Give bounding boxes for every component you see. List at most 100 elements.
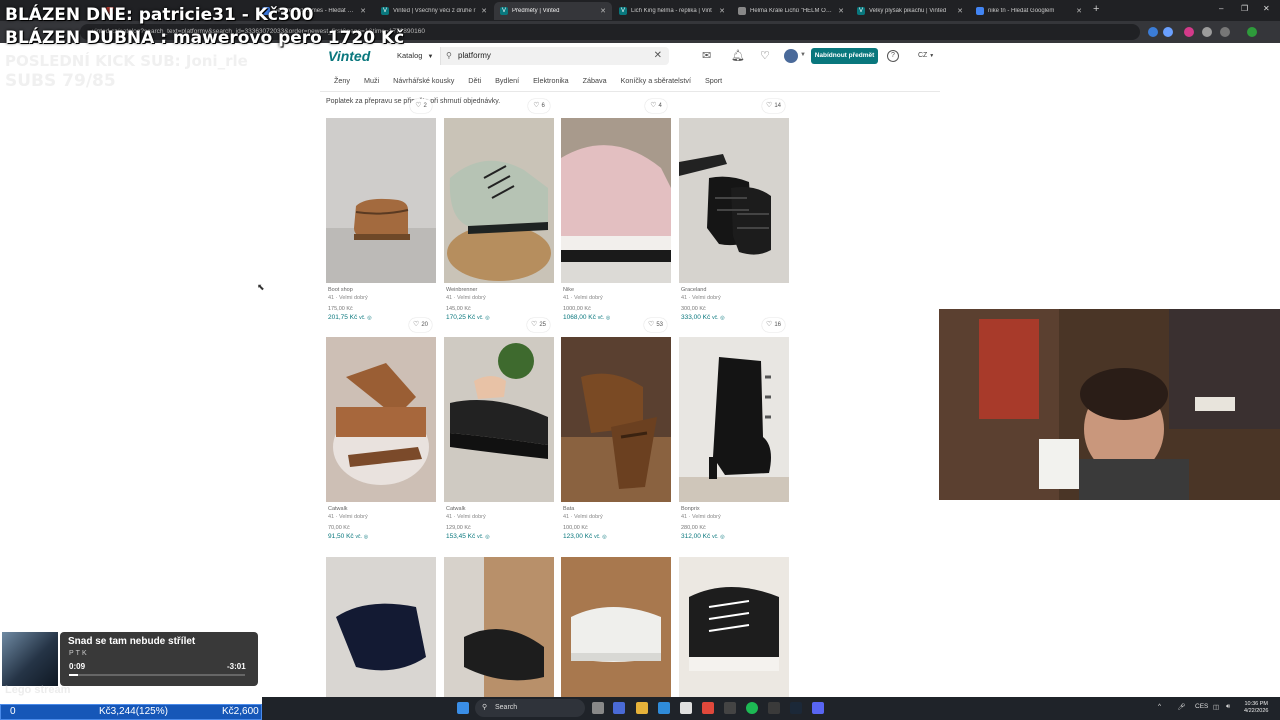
tab-close-icon[interactable]: ✕ bbox=[481, 7, 487, 15]
item-total-price[interactable]: 1068,00 Kč vč. ◎ bbox=[563, 314, 610, 321]
incl-label: vč. bbox=[594, 534, 601, 540]
notifications-bell-icon[interactable]: 🔔︎ bbox=[731, 49, 745, 62]
chevron-down-icon[interactable]: ▼ bbox=[800, 52, 806, 58]
tab-close-icon[interactable]: ✕ bbox=[838, 7, 844, 15]
maximize-button[interactable]: ❐ bbox=[1241, 4, 1248, 13]
microphone-icon[interactable]: 🎤︎ bbox=[1177, 703, 1185, 711]
item-photo[interactable] bbox=[326, 557, 436, 697]
steam-icon[interactable] bbox=[790, 702, 802, 714]
inbox-icon[interactable]: ✉ bbox=[702, 49, 711, 62]
item-total-price[interactable]: 170,25 Kč vč. ◎ bbox=[446, 314, 490, 321]
search-input[interactable]: ⚲ platformy ✕ bbox=[441, 47, 669, 65]
browser-tab[interactable]: V Velký plyšák pikachu | Vinted ✕ bbox=[851, 2, 969, 20]
favorite-button[interactable]: ♡ 16 bbox=[762, 318, 785, 332]
incl-label: vč. bbox=[712, 315, 719, 321]
extension-icon[interactable] bbox=[1202, 27, 1212, 37]
category-hobbies[interactable]: Koníčky a sběratelství bbox=[621, 76, 691, 85]
item-photo[interactable] bbox=[561, 337, 671, 502]
item-total-price[interactable]: 312,00 Kč vč. ◎ bbox=[681, 533, 725, 540]
favorite-button[interactable]: ♡ 2 bbox=[410, 99, 432, 113]
extensions-puzzle-icon[interactable] bbox=[1220, 27, 1230, 37]
favorite-button[interactable]: ♡ 25 bbox=[527, 318, 550, 332]
item-size-condition: 41 · Velmi dobrý bbox=[328, 295, 368, 301]
category-electronics[interactable]: Elektronika bbox=[533, 76, 569, 85]
category-entertainment[interactable]: Zábava bbox=[583, 76, 607, 85]
item-photo[interactable] bbox=[326, 337, 436, 502]
volume-icon[interactable]: 🔊︎ bbox=[1226, 703, 1230, 711]
item-total-price[interactable]: 333,00 Kč vč. ◎ bbox=[681, 314, 725, 321]
edge-icon[interactable] bbox=[658, 702, 670, 714]
browser-tab[interactable]: V Lich King helma - replika | Vint ✕ bbox=[613, 2, 731, 20]
task-view-icon[interactable] bbox=[592, 702, 604, 714]
clear-search-icon[interactable]: ✕ bbox=[654, 47, 662, 65]
tab-close-icon[interactable]: ✕ bbox=[360, 7, 366, 15]
item-size-condition: 41 · Velmi dobrý bbox=[563, 514, 603, 520]
favorite-button[interactable]: ♡ 4 bbox=[645, 99, 667, 113]
windows-start-icon[interactable] bbox=[457, 702, 469, 714]
tab-close-icon[interactable]: ✕ bbox=[1076, 7, 1082, 15]
item-photo[interactable] bbox=[679, 118, 789, 283]
language-indicator[interactable]: CES bbox=[1195, 703, 1208, 710]
category-women[interactable]: Ženy bbox=[334, 76, 350, 85]
browser-tab[interactable]: V Vinted | Všechny věci z druhé r ✕ bbox=[375, 2, 493, 20]
shield-icon: ◎ bbox=[605, 315, 611, 321]
taskbar-clock[interactable]: 10:36 PM 4/22/2026 bbox=[1244, 701, 1268, 715]
browser-tab[interactable]: Helma Krále Lichů "HELM OF D ✕ bbox=[732, 2, 850, 20]
item-total-price[interactable]: 201,75 Kč vč. ◎ bbox=[328, 314, 372, 321]
extension-icon[interactable] bbox=[1163, 27, 1173, 37]
app-icon[interactable] bbox=[613, 702, 625, 714]
new-tab-button[interactable]: + bbox=[1093, 3, 1099, 15]
item-photo[interactable] bbox=[444, 557, 554, 697]
language-selector[interactable]: CZ ▼ bbox=[918, 52, 934, 59]
item-photo[interactable] bbox=[679, 337, 789, 502]
favorite-button[interactable]: ♡ 53 bbox=[644, 318, 667, 332]
discord-icon[interactable] bbox=[812, 702, 824, 714]
item-photo[interactable] bbox=[561, 118, 671, 283]
network-icon[interactable]: ◫ bbox=[1213, 703, 1219, 711]
tab-close-icon[interactable]: ✕ bbox=[719, 7, 725, 15]
favorite-button[interactable]: ♡ 20 bbox=[409, 318, 432, 332]
browser-tab[interactable]: nike tn - Hledat Googlem ✕ bbox=[970, 2, 1088, 20]
category-men[interactable]: Muži bbox=[364, 76, 379, 85]
spotify-icon[interactable] bbox=[746, 702, 758, 714]
minimize-button[interactable]: – bbox=[1219, 4, 1223, 13]
favorite-button[interactable]: ♡ 6 bbox=[528, 99, 550, 113]
category-kids[interactable]: Děti bbox=[468, 76, 481, 85]
item-photo[interactable] bbox=[326, 118, 436, 283]
vinted-logo[interactable]: Vinted bbox=[328, 48, 370, 64]
extension-icon[interactable] bbox=[1148, 27, 1158, 37]
category-sport[interactable]: Sport bbox=[705, 76, 722, 85]
app-icon[interactable] bbox=[768, 702, 780, 714]
item-size-condition: 41 · Velmi dobrý bbox=[446, 295, 486, 301]
file-explorer-icon[interactable] bbox=[636, 702, 648, 714]
user-avatar[interactable] bbox=[784, 49, 798, 63]
app-icon[interactable] bbox=[724, 702, 736, 714]
favorite-button[interactable]: ♡ 14 bbox=[762, 99, 785, 113]
item-photo[interactable] bbox=[444, 337, 554, 502]
close-window-button[interactable]: ✕ bbox=[1263, 4, 1270, 13]
heart-icon: ♡ bbox=[648, 321, 655, 328]
taskbar-search[interactable]: ⚲ Search bbox=[475, 699, 585, 717]
item-photo[interactable] bbox=[444, 118, 554, 283]
item-photo[interactable] bbox=[679, 557, 789, 697]
search-value: platformy bbox=[458, 51, 491, 60]
item-total-price[interactable]: 91,50 Kč vč. ◎ bbox=[328, 533, 368, 540]
item-total-price[interactable]: 153,45 Kč vč. ◎ bbox=[446, 533, 490, 540]
item-total-price[interactable]: 123,00 Kč vč. ◎ bbox=[563, 533, 607, 540]
tab-close-icon[interactable]: ✕ bbox=[957, 7, 963, 15]
help-icon[interactable]: ? bbox=[887, 50, 899, 62]
store-icon[interactable] bbox=[680, 702, 692, 714]
chrome-icon[interactable] bbox=[702, 702, 714, 714]
tray-chevron-icon[interactable]: ^ bbox=[1158, 703, 1161, 710]
tab-close-icon[interactable]: ✕ bbox=[600, 7, 606, 15]
sell-item-button[interactable]: Nabídnout předmět bbox=[811, 48, 878, 64]
catalog-dropdown[interactable]: Katalog ▼ bbox=[391, 47, 441, 65]
extension-icon[interactable] bbox=[1184, 27, 1194, 37]
favorites-heart-icon[interactable]: ♡ bbox=[760, 49, 770, 62]
category-designer[interactable]: Návrhářské kousky bbox=[393, 76, 454, 85]
category-home[interactable]: Bydlení bbox=[495, 76, 519, 85]
profile-avatar[interactable] bbox=[1247, 27, 1257, 37]
shield-icon: ◎ bbox=[367, 315, 372, 321]
browser-tab-active[interactable]: V Předměty | Vinted ✕ bbox=[494, 2, 612, 20]
item-photo[interactable] bbox=[561, 557, 671, 697]
